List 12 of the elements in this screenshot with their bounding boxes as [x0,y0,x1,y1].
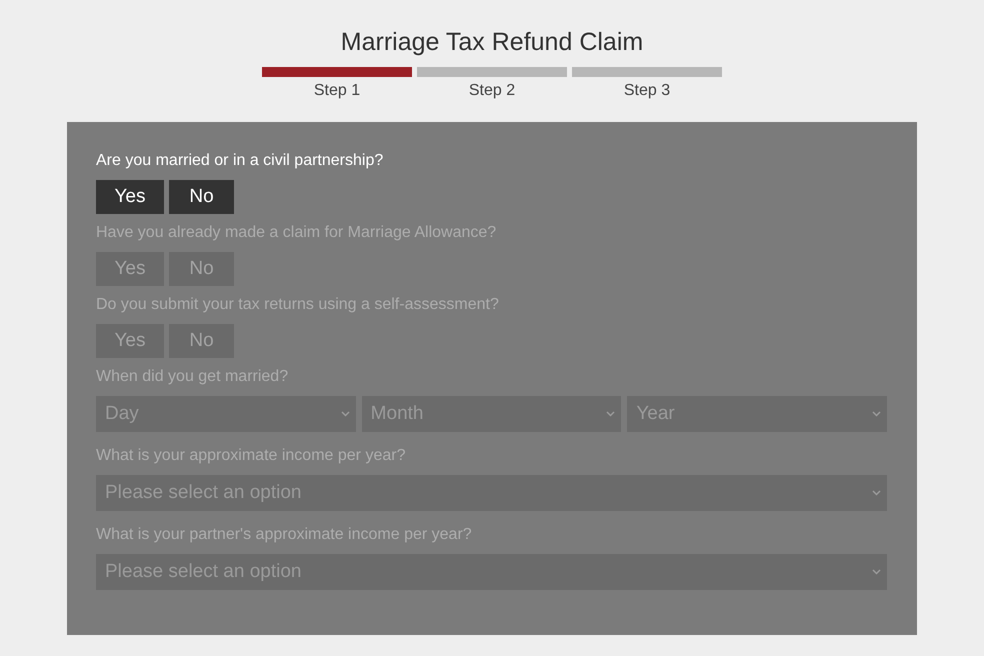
chevron-down-icon [872,569,881,575]
answer-button[interactable]: Yes [96,180,164,214]
step-label: Step 1 [314,81,360,101]
chevron-down-icon [872,411,882,417]
answer-button[interactable]: No [169,180,234,214]
chevron-down-icon [872,490,881,496]
step-label: Step 2 [468,81,516,101]
form-title: Marriage Tax Refund Claim [340,27,644,57]
question-label: Are you married or in a civil partnership? [96,151,384,171]
step-label: Step 3 [624,81,670,101]
chevron-down-icon [606,411,616,417]
chevron-down-icon [340,411,350,417]
